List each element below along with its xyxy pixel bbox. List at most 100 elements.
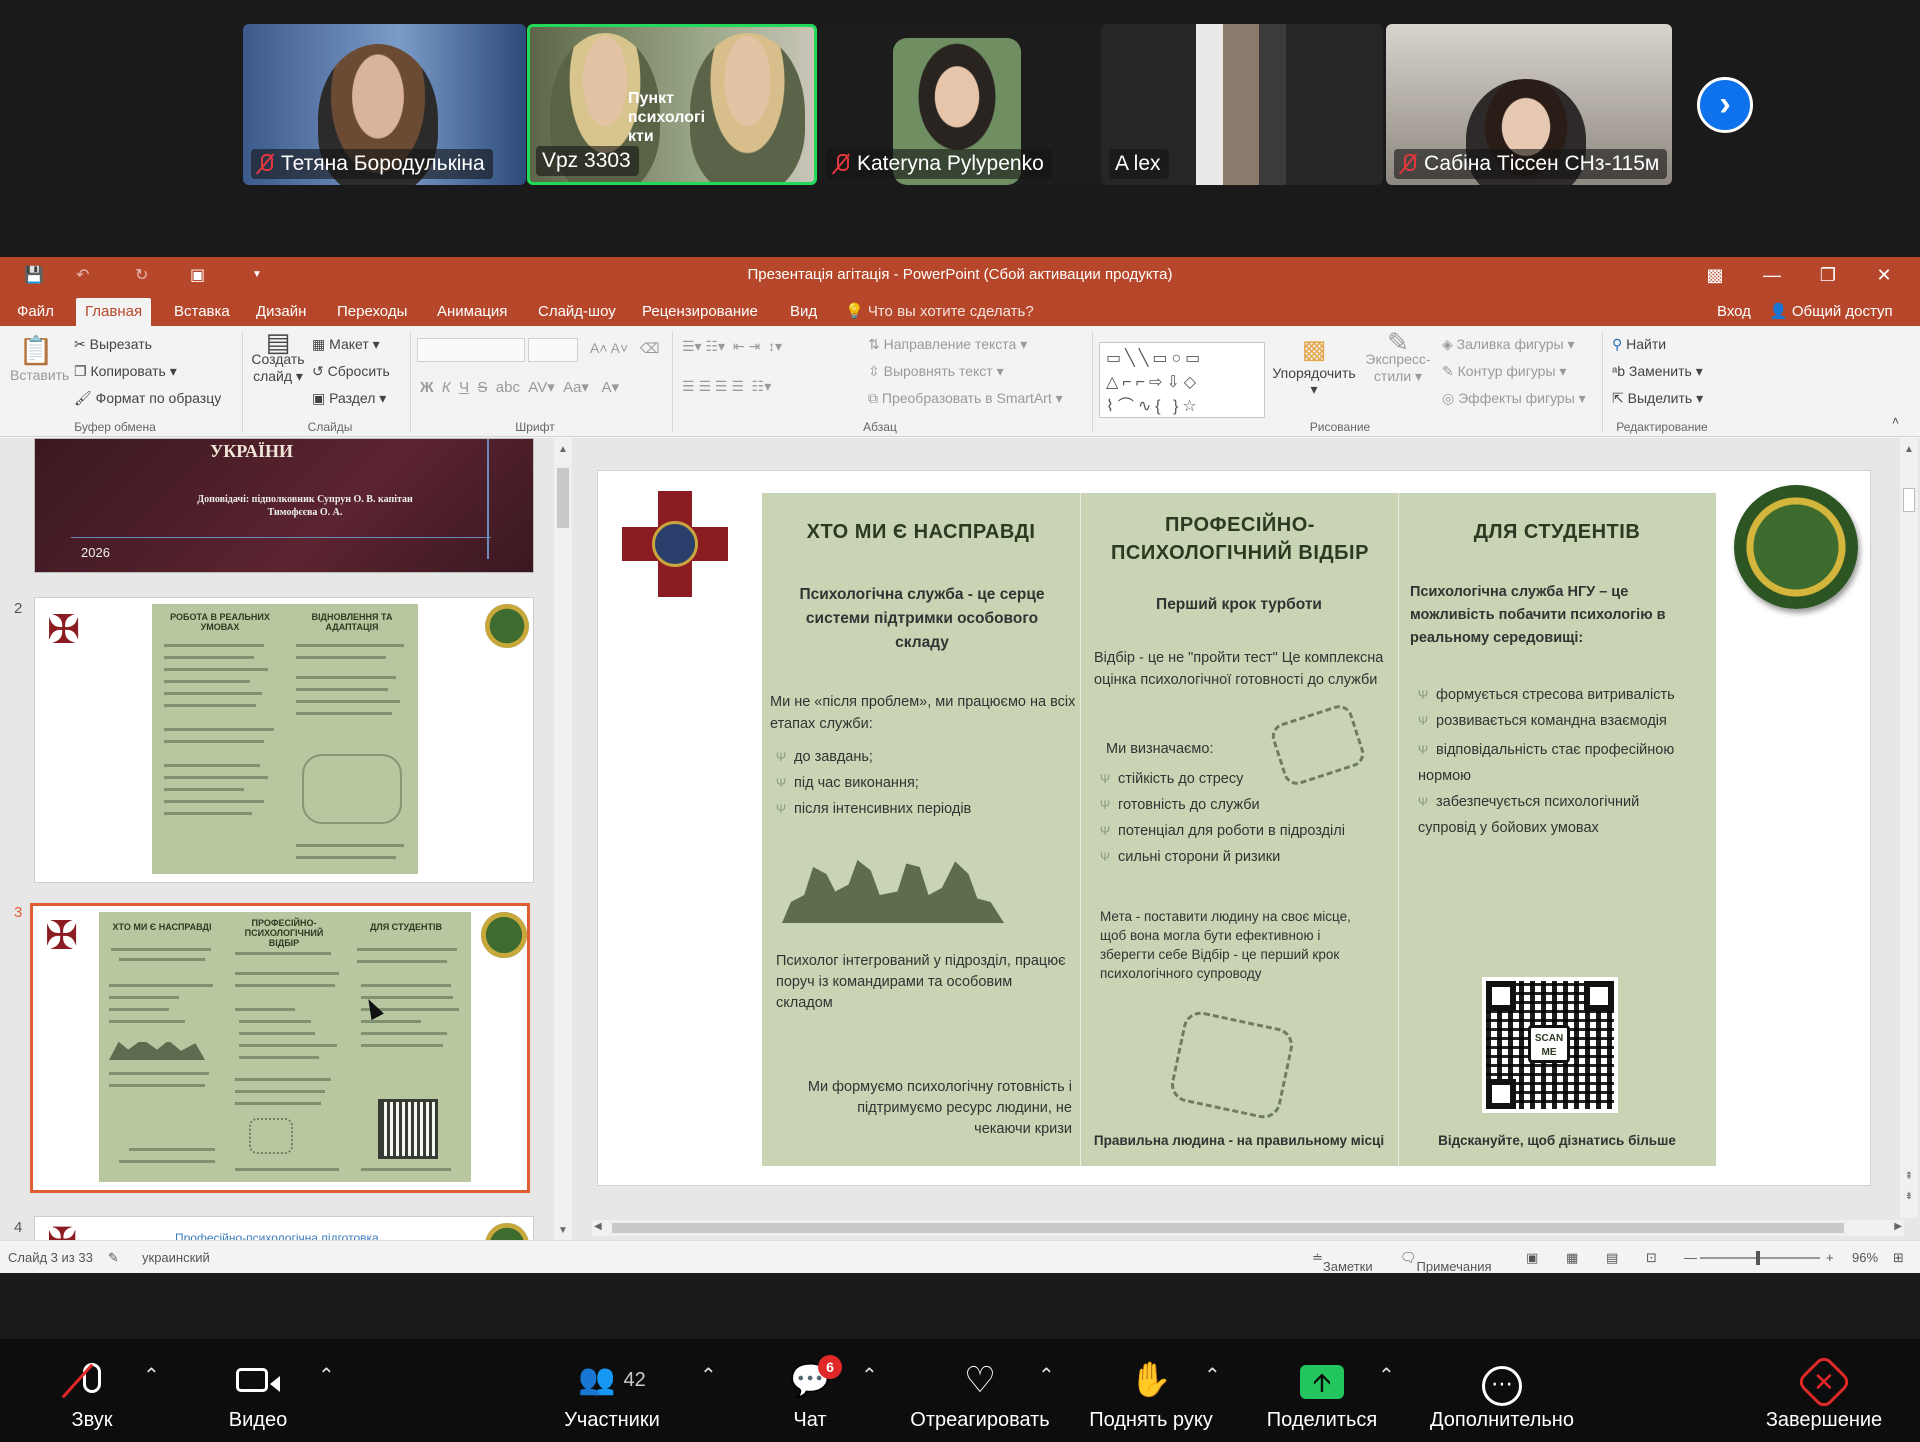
slideshow-view-icon[interactable]: ⊡ bbox=[1646, 1250, 1657, 1266]
scroll-down-icon[interactable]: ▼ bbox=[554, 1225, 572, 1236]
scroll-left-icon[interactable]: ◀ bbox=[594, 1221, 602, 1232]
tab-animations[interactable]: Анимация bbox=[428, 298, 516, 326]
slide-number: 3 bbox=[14, 904, 23, 921]
align-buttons[interactable]: ☰ ☰ ☰ ☰ ☷▾ bbox=[682, 378, 771, 395]
align-text-button[interactable]: ⇳ Выровнять текст ▾ bbox=[868, 363, 1004, 380]
collapse-ribbon-icon[interactable]: ˄ bbox=[1892, 414, 1899, 428]
slide-thumbnail-1[interactable]: УКРАЇНИ Доповідачі: підполковник Супрун … bbox=[34, 438, 534, 573]
participant-tile[interactable]: Kateryna Pylypenko bbox=[819, 24, 1105, 185]
next-participants-button[interactable]: › bbox=[1697, 77, 1753, 133]
section-button[interactable]: ▣ Раздел ▾ bbox=[312, 390, 386, 407]
copy-button[interactable]: ❐ Копировать ▾ bbox=[74, 363, 177, 380]
paste-button[interactable]: 📋 Вставить bbox=[10, 334, 69, 383]
tab-slideshow[interactable]: Слайд-шоу bbox=[529, 298, 625, 326]
text-line bbox=[164, 728, 274, 731]
normal-view-icon[interactable]: ▣ bbox=[1526, 1250, 1538, 1266]
shapes-gallery[interactable]: ▭╲╲▭○▭ △⌐⌐⇨⇩◇ ⌇⌒∿{ }☆ bbox=[1099, 342, 1265, 418]
fit-to-window-icon[interactable]: ⊞ bbox=[1893, 1250, 1904, 1266]
slide-thumbnail-2[interactable]: ✠ РОБОТА В РЕАЛЬНИХ УМОВАХ ВІДНОВЛЕННЯ Т… bbox=[34, 597, 534, 883]
scroll-right-icon[interactable]: ▶ bbox=[1894, 1221, 1902, 1232]
zoom-level[interactable]: 96% bbox=[1852, 1250, 1878, 1265]
thumbnails-scrollbar[interactable]: ▲ ▼ bbox=[554, 438, 572, 1240]
arrange-button[interactable]: ▩ Упорядочить ▾ bbox=[1268, 334, 1360, 398]
tab-view[interactable]: Вид bbox=[781, 298, 826, 326]
scroll-up-icon[interactable]: ▲ bbox=[554, 444, 572, 455]
font-name-select[interactable] bbox=[417, 338, 525, 362]
zoom-out-button[interactable]: — bbox=[1684, 1250, 1697, 1265]
shape-outline-button[interactable]: ✎ Контур фигуры ▾ bbox=[1442, 363, 1566, 380]
list-buttons[interactable]: ☰▾ ☷▾ ⇤ ⇥ ↕▾ bbox=[682, 338, 782, 355]
shape-fill-button[interactable]: ◈ Заливка фигуры ▾ bbox=[1442, 336, 1575, 353]
react-options-caret[interactable]: ⌃ bbox=[1038, 1363, 1055, 1388]
spellcheck-icon[interactable]: ✎ bbox=[108, 1250, 119, 1266]
share-screen-button[interactable]: 🡩 Поделиться bbox=[1262, 1357, 1382, 1432]
replace-button[interactable]: ᵃb Заменить ▾ bbox=[1612, 363, 1703, 380]
scroll-thumb[interactable] bbox=[1903, 488, 1915, 512]
minimize-button[interactable]: — bbox=[1752, 262, 1792, 288]
chat-options-caret[interactable]: ⌃ bbox=[861, 1363, 878, 1388]
slide-canvas[interactable]: ХТО МИ Є НАСПРАВДІ Психологічна служба -… bbox=[597, 470, 1871, 1186]
quick-styles-button[interactable]: ✎ Экспресс-стили ▾ bbox=[1362, 329, 1434, 385]
tab-design[interactable]: Дизайн bbox=[247, 298, 315, 326]
select-button[interactable]: ⇱ Выделить ▾ bbox=[1612, 390, 1703, 407]
end-meeting-button[interactable]: ✕ Завершение bbox=[1760, 1353, 1888, 1432]
tell-me-search[interactable]: 💡 Что вы хотите сделать? bbox=[836, 298, 1043, 326]
maximize-button[interactable]: ❐ bbox=[1808, 262, 1848, 288]
reset-button[interactable]: ↺ Сбросить bbox=[312, 363, 390, 380]
slide-vertical-scrollbar[interactable]: ▲ ⇞ ⇟ bbox=[1900, 438, 1918, 1218]
notes-button[interactable]: ≐ Заметки bbox=[1312, 1250, 1373, 1274]
scroll-thumb[interactable] bbox=[612, 1223, 1844, 1233]
language-indicator[interactable]: украинский bbox=[142, 1250, 210, 1265]
horizontal-scrollbar[interactable]: ◀ ▶ bbox=[592, 1220, 1904, 1236]
participants-button[interactable]: 👥 42 Участники bbox=[552, 1357, 672, 1432]
font-size-buttons[interactable]: A˄ A˅ ⌫ bbox=[590, 340, 660, 357]
participant-tile-active[interactable]: Пункт психологі кти Vpz 3303 bbox=[527, 24, 817, 185]
tab-file[interactable]: Файл bbox=[8, 298, 63, 326]
layout-button[interactable]: ▦ Макет ▾ bbox=[312, 336, 380, 353]
raise-hand-button[interactable]: ✋ Поднять руку bbox=[1080, 1357, 1222, 1432]
font-style-buttons[interactable]: Ж К Ч S abc AV▾ Aa▾ A▾ bbox=[420, 378, 619, 396]
participant-tile[interactable]: A lex bbox=[1101, 24, 1383, 185]
heart-icon: ♡ bbox=[963, 1359, 997, 1400]
scroll-up-icon[interactable]: ▲ bbox=[1900, 444, 1918, 455]
zoom-in-button[interactable]: + bbox=[1826, 1250, 1834, 1265]
react-button[interactable]: ♡ Отреагировать bbox=[900, 1357, 1060, 1432]
participants-options-caret[interactable]: ⌃ bbox=[700, 1363, 717, 1388]
more-button[interactable]: ⋯ Дополнительно bbox=[1420, 1357, 1584, 1432]
tab-home[interactable]: Главная bbox=[76, 298, 152, 326]
zoom-slider[interactable] bbox=[1700, 1251, 1820, 1265]
video-button[interactable]: Видео bbox=[218, 1357, 298, 1432]
cut-button[interactable]: ✂ Вырезать bbox=[74, 336, 152, 353]
previous-slide-icon[interactable]: ⇞ bbox=[1900, 1171, 1918, 1182]
slide-sorter-icon[interactable]: ▦ bbox=[1566, 1250, 1578, 1266]
close-button[interactable]: ✕ bbox=[1864, 262, 1904, 288]
raise-hand-options-caret[interactable]: ⌃ bbox=[1204, 1363, 1221, 1388]
audio-button[interactable]: Звук bbox=[52, 1357, 132, 1432]
qr-code[interactable]: SCAN ME bbox=[1482, 977, 1618, 1113]
comments-button[interactable]: 🗨 Примечания bbox=[1400, 1250, 1492, 1274]
login-link[interactable]: Вход bbox=[1708, 298, 1760, 326]
share-options-caret[interactable]: ⌃ bbox=[1378, 1363, 1395, 1388]
text-direction-button[interactable]: ⇅ Направление текста ▾ bbox=[868, 336, 1027, 353]
slide-thumbnail-3[interactable]: ✠ ХТО МИ Є НАСПРАВДІ ПРОФЕСІЙНО-ПСИХОЛОГ… bbox=[30, 903, 530, 1193]
share-button[interactable]: 👤 Общий доступ bbox=[1760, 298, 1902, 326]
reading-view-icon[interactable]: ▤ bbox=[1606, 1250, 1618, 1266]
find-button[interactable]: ⚲ Найти bbox=[1612, 336, 1666, 353]
video-options-caret[interactable]: ⌃ bbox=[318, 1363, 335, 1388]
slide-thumbnail-4[interactable]: ✠ Професійно-психологічна підготовка bbox=[34, 1216, 534, 1240]
audio-options-caret[interactable]: ⌃ bbox=[143, 1363, 160, 1388]
tab-insert[interactable]: Вставка bbox=[165, 298, 239, 326]
tab-review[interactable]: Рецензирование bbox=[633, 298, 767, 326]
new-slide-button[interactable]: ▤ Создать слайд ▾ bbox=[250, 329, 306, 385]
participant-tile[interactable]: Тетяна Бородулькіна bbox=[243, 24, 526, 185]
shape-effects-button[interactable]: ◎ Эффекты фигуры ▾ bbox=[1442, 390, 1586, 407]
tab-transitions[interactable]: Переходы bbox=[328, 298, 416, 326]
participant-tile[interactable]: Сабіна Тіссен СНз-115м bbox=[1386, 24, 1672, 185]
font-size-select[interactable] bbox=[528, 338, 578, 362]
zoom-slider-handle[interactable] bbox=[1756, 1251, 1760, 1265]
smartart-button[interactable]: ⧉ Преобразовать в SmartArt ▾ bbox=[868, 390, 1063, 407]
ribbon-display-options-icon[interactable]: ▩ bbox=[1695, 262, 1735, 288]
format-painter-button[interactable]: 🖌 Формат по образцу bbox=[74, 390, 221, 407]
scroll-thumb[interactable] bbox=[557, 468, 569, 528]
next-slide-icon[interactable]: ⇟ bbox=[1900, 1191, 1918, 1202]
